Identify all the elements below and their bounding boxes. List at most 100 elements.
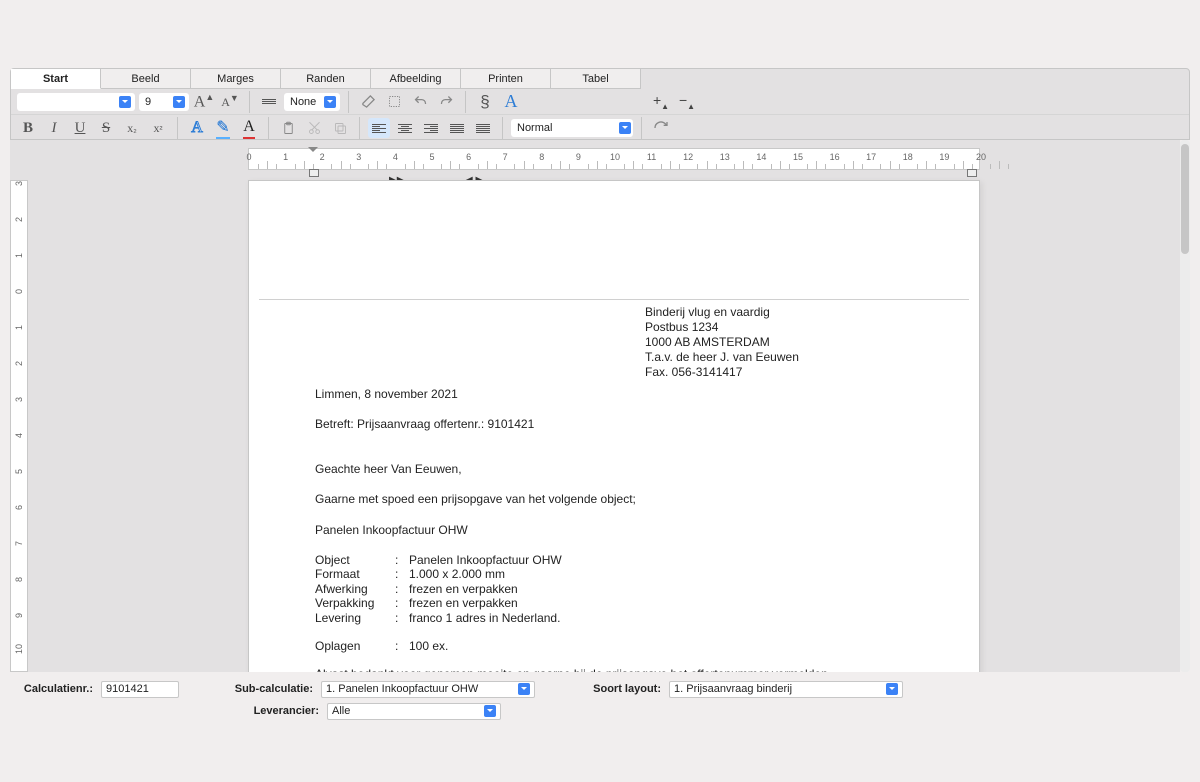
left-indent-marker[interactable] bbox=[309, 169, 319, 177]
addr-line: 1000 AB AMSTERDAM bbox=[645, 335, 799, 350]
spec-row: Verpakking:frezen en verpakken bbox=[315, 596, 919, 610]
vertical-ruler[interactable]: 321012345678910 bbox=[10, 180, 28, 672]
ruler-number: 8 bbox=[14, 577, 24, 582]
font-family-select[interactable] bbox=[17, 93, 135, 111]
spec-label: Object bbox=[315, 553, 395, 567]
zoom-in-button[interactable]: +▲ bbox=[650, 92, 672, 112]
paste-button[interactable] bbox=[277, 118, 299, 138]
spec-value: Panelen Inkoopfactuur OHW bbox=[409, 553, 562, 567]
section-button[interactable]: § bbox=[474, 92, 496, 112]
italic-button[interactable]: I bbox=[43, 118, 65, 138]
spec-label: Levering bbox=[315, 611, 395, 625]
ruler-number: 6 bbox=[466, 152, 471, 162]
ruler-number: 1 bbox=[283, 152, 288, 162]
spec-value: 1.000 x 2.000 mm bbox=[409, 567, 505, 581]
tab-tabel[interactable]: Tabel bbox=[551, 69, 641, 89]
salutation: Geachte heer Van Eeuwen, bbox=[315, 462, 919, 476]
undo-button[interactable] bbox=[409, 92, 431, 112]
copy-button[interactable] bbox=[329, 118, 351, 138]
spec-row: Formaat:1.000 x 2.000 mm bbox=[315, 567, 919, 581]
tab-start[interactable]: Start bbox=[11, 69, 101, 89]
ruler-number: 11 bbox=[647, 152, 656, 162]
font-color-button[interactable]: A bbox=[238, 118, 260, 138]
align-all-button[interactable] bbox=[472, 118, 494, 138]
tab-marges[interactable]: Marges bbox=[191, 69, 281, 89]
toolbar-row-2: B I U S x x A ✎ A bbox=[11, 115, 1189, 141]
layout-value: 1. Prijsaanvraag binderij bbox=[674, 683, 792, 695]
first-line-indent-marker[interactable] bbox=[308, 149, 318, 159]
leverancier-label: Leverancier: bbox=[229, 705, 319, 717]
grow-font-button[interactable]: A▲ bbox=[193, 92, 215, 112]
ruler-number: 13 bbox=[720, 152, 730, 162]
paragraph-style-value: Normal bbox=[517, 122, 552, 134]
top-margin-line bbox=[259, 299, 969, 300]
horizontal-ruler[interactable]: 01234567891011121314151617181920 ▶▶ ◀ ▶ bbox=[248, 148, 980, 170]
zoom-out-button[interactable]: −▲ bbox=[676, 92, 698, 112]
chevron-down-icon bbox=[119, 96, 131, 108]
font-outline-button[interactable]: A bbox=[186, 118, 208, 138]
spec-label: Formaat bbox=[315, 567, 395, 581]
chevron-down-icon bbox=[173, 96, 185, 108]
cut-button[interactable] bbox=[303, 118, 325, 138]
text-style-button[interactable]: A bbox=[500, 92, 522, 112]
spec-row: Afwerking:frezen en verpakken bbox=[315, 582, 919, 596]
spec-row: Oplagen : 100 ex. bbox=[315, 639, 919, 653]
layout-select[interactable]: 1. Prijsaanvraag binderij bbox=[669, 681, 903, 698]
shrink-font-button[interactable]: A▼ bbox=[219, 92, 241, 112]
calc-field[interactable]: 9101421 bbox=[101, 681, 179, 698]
toolbar-row-1: 9 A▲ A▼ None § A bbox=[11, 89, 1189, 115]
leverancier-select[interactable]: Alle bbox=[327, 703, 501, 720]
paragraph-style-select[interactable]: Normal bbox=[511, 119, 633, 137]
tab-beeld[interactable]: Beeld bbox=[101, 69, 191, 89]
ruler-number: 3 bbox=[14, 397, 24, 402]
ruler-number: 5 bbox=[14, 469, 24, 474]
tab-randen[interactable]: Randen bbox=[281, 69, 371, 89]
tab-printen[interactable]: Printen bbox=[461, 69, 551, 89]
ruler-number: 18 bbox=[903, 152, 913, 162]
recipient-address: Binderij vlug en vaardig Postbus 1234 10… bbox=[645, 305, 799, 380]
chevron-down-icon bbox=[886, 683, 898, 695]
align-center-button[interactable] bbox=[394, 118, 416, 138]
refresh-button[interactable] bbox=[650, 118, 672, 138]
subscript-button[interactable]: x bbox=[121, 118, 143, 138]
highlight-button[interactable]: ✎ bbox=[212, 118, 234, 138]
align-right-button[interactable] bbox=[420, 118, 442, 138]
spec-label: Afwerking bbox=[315, 582, 395, 596]
strike-button[interactable]: S bbox=[95, 118, 117, 138]
ruler-number: 1 bbox=[14, 325, 24, 330]
select-rect-button[interactable] bbox=[383, 92, 405, 112]
list-icon[interactable] bbox=[258, 92, 280, 112]
ruler-number: 0 bbox=[246, 152, 251, 162]
list-type-select[interactable]: None bbox=[284, 93, 340, 111]
tab-afbeelding[interactable]: Afbeelding bbox=[371, 69, 461, 89]
bold-button[interactable]: B bbox=[17, 118, 39, 138]
ribbon: Start Beeld Marges Randen Afbeelding Pri… bbox=[10, 68, 1190, 140]
align-justify-button[interactable] bbox=[446, 118, 468, 138]
font-size-select[interactable]: 9 bbox=[139, 93, 189, 111]
right-indent-marker[interactable] bbox=[967, 169, 977, 177]
closing-line: Alvast bedankt voor genomen moeite en ga… bbox=[315, 667, 919, 672]
product-line: Panelen Inkoopfactuur OHW bbox=[315, 523, 919, 537]
ruler-number: 5 bbox=[429, 152, 434, 162]
calc-label: Calculatienr.: bbox=[3, 683, 93, 695]
ruler-number: 9 bbox=[14, 613, 24, 618]
ribbon-tabs: Start Beeld Marges Randen Afbeelding Pri… bbox=[11, 69, 1189, 89]
redo-button[interactable] bbox=[435, 92, 457, 112]
underline-button[interactable]: U bbox=[69, 118, 91, 138]
align-left-button[interactable] bbox=[368, 118, 390, 138]
subcalc-select[interactable]: 1. Panelen Inkoopfactuur OHW bbox=[321, 681, 535, 698]
eraser-button[interactable] bbox=[357, 92, 379, 112]
document-page[interactable]: Binderij vlug en vaardig Postbus 1234 10… bbox=[248, 180, 980, 672]
request-line: Gaarne met spoed een prijsopgave van het… bbox=[315, 492, 919, 506]
list-type-value: None bbox=[290, 96, 316, 108]
ruler-number: 10 bbox=[610, 152, 620, 162]
ruler-number: 2 bbox=[320, 152, 325, 162]
ruler-number: 2 bbox=[14, 361, 24, 366]
vertical-scrollbar[interactable] bbox=[1180, 140, 1190, 672]
subcalc-label: Sub-calculatie: bbox=[223, 683, 313, 695]
ruler-number: 2 bbox=[14, 217, 24, 222]
spec-value: frezen en verpakken bbox=[409, 582, 518, 596]
superscript-button[interactable]: x bbox=[147, 118, 169, 138]
ruler-number: 4 bbox=[14, 433, 24, 438]
scrollbar-thumb[interactable] bbox=[1181, 144, 1189, 254]
